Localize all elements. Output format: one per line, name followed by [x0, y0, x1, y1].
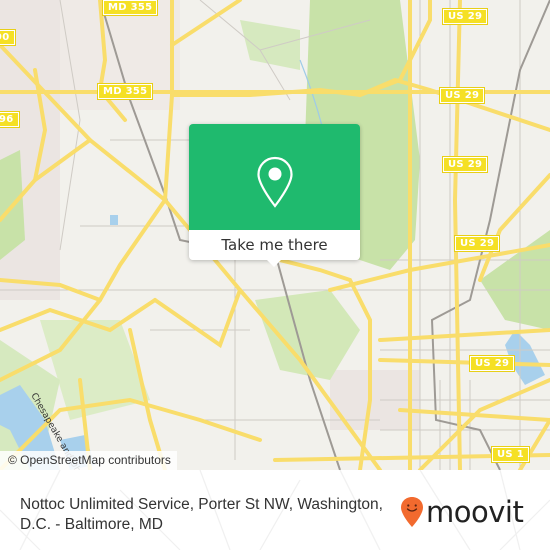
brand-name: moovit — [426, 495, 524, 529]
map[interactable]: Chesapeake and Ohio Canal MD 355 MD 355 … — [0, 0, 550, 470]
road-shield-us29: US 29 — [441, 156, 489, 173]
moovit-logo[interactable]: moovit — [400, 495, 524, 529]
road-shield-96: 96 — [0, 111, 20, 128]
road-shield-us1: US 1 — [491, 446, 530, 463]
road-shield-us29: US 29 — [453, 235, 501, 252]
take-me-there-button[interactable]: Take me there — [189, 230, 360, 260]
road-shield-us29: US 29 — [468, 355, 516, 372]
location-popup: Take me there — [189, 124, 360, 267]
road-shield-md355: MD 355 — [96, 83, 154, 100]
park-area — [240, 20, 300, 70]
road-shield-us29: US 29 — [438, 87, 486, 104]
place-name: Nottoc Unlimited Service, Porter St NW, … — [20, 496, 383, 533]
map-attribution[interactable]: © OpenStreetMap contributors — [0, 451, 177, 470]
popup-pointer — [266, 259, 282, 267]
location-pin-icon — [257, 156, 293, 208]
moovit-pin-icon — [401, 497, 423, 527]
footer: Nottoc Unlimited Service, Porter St NW, … — [0, 470, 550, 550]
zoo-park — [255, 290, 360, 380]
pond — [110, 215, 118, 225]
take-me-there-label: Take me there — [221, 236, 328, 254]
urban-area — [0, 0, 60, 300]
road-shield-us29: US 29 — [441, 8, 489, 25]
road-shield-90: 90 — [0, 29, 16, 46]
road-shield-md355: MD 355 — [101, 0, 159, 16]
popup-header — [189, 124, 360, 230]
